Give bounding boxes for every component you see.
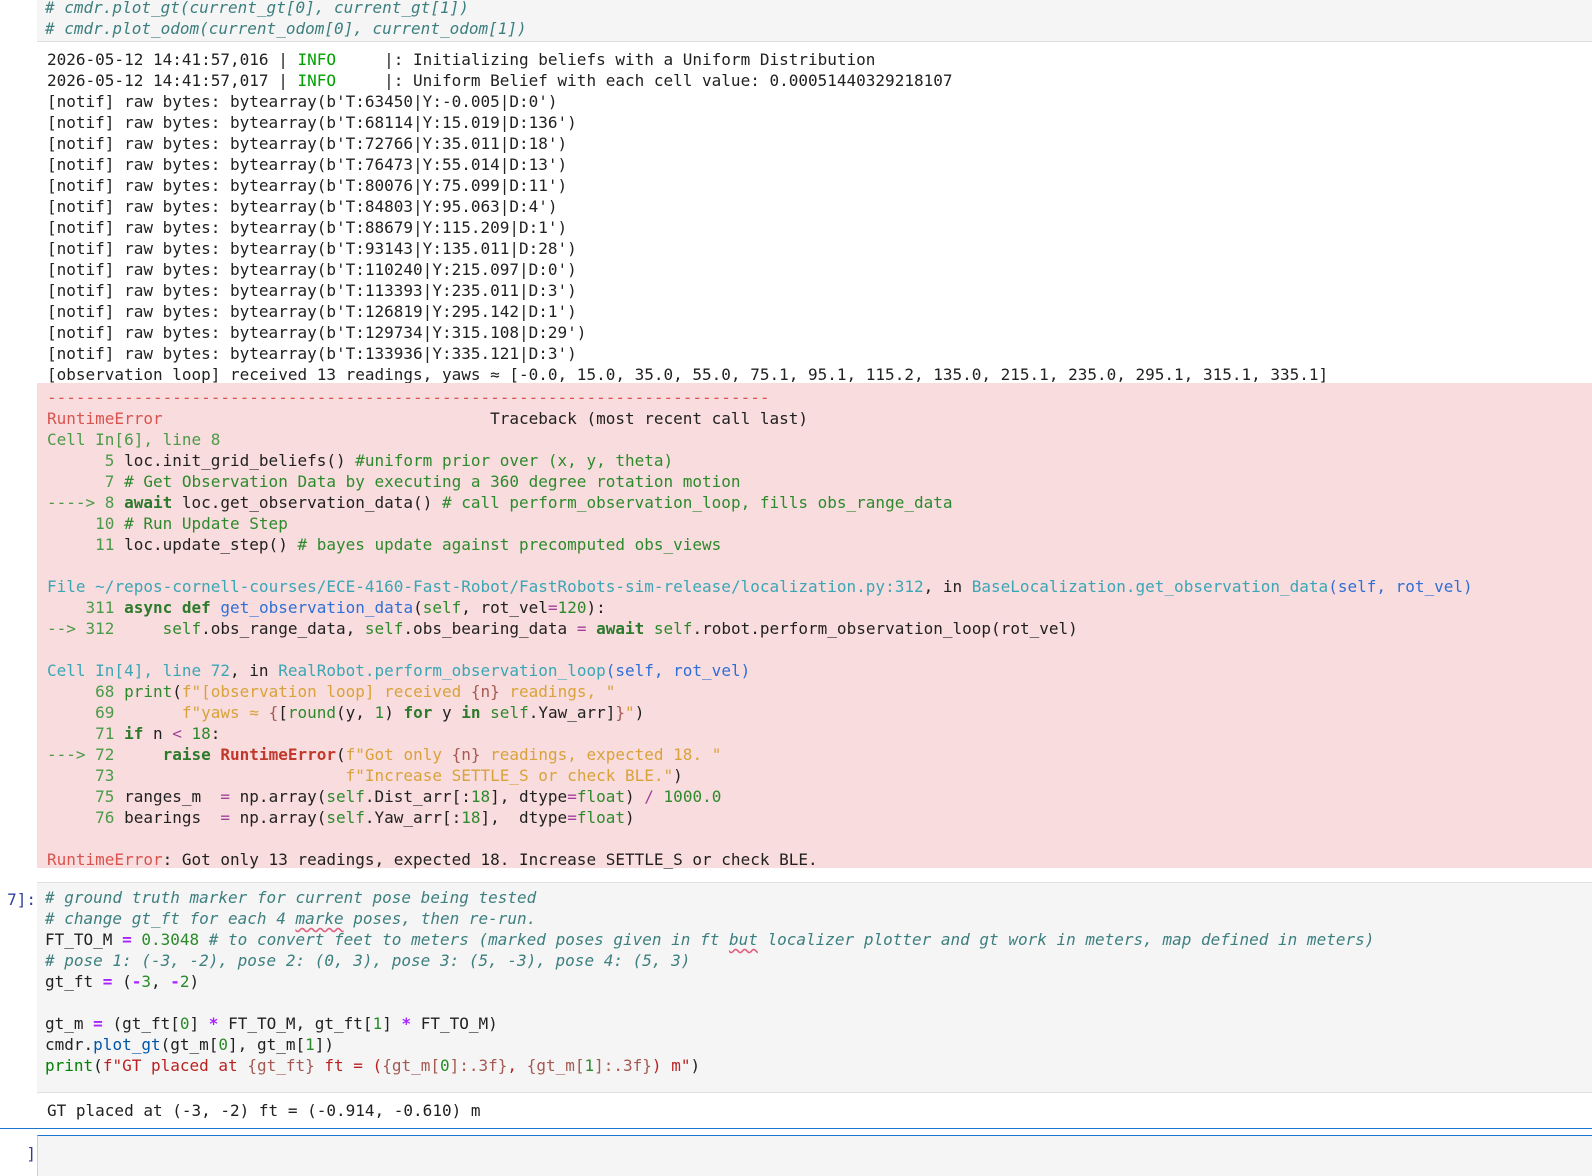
code-line: gt_ft = (-3, -2) [45, 972, 200, 991]
code-line: gt_m = (gt_ft[0] * FT_TO_M, gt_ft[1] * F… [45, 1014, 498, 1033]
log-line: 2026-05-12 14:41:57,016 | INFO |: Initia… [47, 50, 876, 69]
notif-line: [notif] raw bytes: bytearray(b'T:63450|Y… [47, 92, 558, 111]
traceback-file-ref: File ~/repos-cornell-courses/ECE-4160-Fa… [47, 577, 1473, 596]
observation-summary: [observation loop] received 13 readings,… [47, 365, 1329, 384]
code-line: # pose 1: (-3, -2), pose 2: (0, 3), pose… [45, 951, 691, 970]
code-cell-7[interactable]: # ground truth marker for current pose b… [37, 882, 1592, 1093]
traceback-line: 68 print(f"[observation loop] received {… [47, 682, 616, 701]
traceback-line: 7 # Get Observation Data by executing a … [47, 472, 741, 491]
cell-output-log: 2026-05-12 14:41:57,016 | INFO |: Initia… [37, 49, 1592, 385]
code-line: print(f"GT placed at {gt_ft} ft = ({gt_m… [45, 1056, 701, 1075]
notif-line: [notif] raw bytes: bytearray(b'T:110240|… [47, 260, 577, 279]
output-line: GT placed at (-3, -2) ft = (-0.914, -0.6… [47, 1101, 481, 1120]
traceback-output: ----------------------------------------… [37, 383, 1592, 869]
code-line: # cmdr.plot_odom(current_odom[0], curren… [45, 19, 527, 38]
cell-7-output: GT placed at (-3, -2) ft = (-0.914, -0.6… [37, 1100, 1592, 1121]
traceback-line: 73 f"Increase SETTLE_S or check BLE.") [47, 766, 683, 785]
traceback-dashes: ----------------------------------------… [47, 388, 770, 407]
traceback-cell-ref: Cell In[4], line 72, in RealRobot.perfor… [47, 661, 751, 680]
traceback-header: RuntimeError Traceback (most recent call… [47, 409, 808, 428]
notif-line: [notif] raw bytes: bytearray(b'T:126819|… [47, 302, 577, 321]
notif-list: [notif] raw bytes: bytearray(b'T:63450|Y… [47, 91, 1592, 364]
log-line: 2026-05-12 14:41:57,017 | INFO |: Unifor… [47, 71, 953, 90]
notif-line: [notif] raw bytes: bytearray(b'T:72766|Y… [47, 134, 568, 153]
traceback-cell-ref: Cell In[6], line 8 [47, 430, 221, 449]
notif-line: [notif] raw bytes: bytearray(b'T:84803|Y… [47, 197, 558, 216]
notif-line: [notif] raw bytes: bytearray(b'T:133936|… [47, 344, 577, 363]
notif-line: [notif] raw bytes: bytearray(b'T:129734|… [47, 323, 587, 342]
cell-prompt: 7]: [7, 890, 36, 909]
code-line: cmdr.plot_gt(gt_m[0], gt_m[1]) [45, 1035, 335, 1054]
cell-prompt: ] [26, 1144, 36, 1163]
notif-line: [notif] raw bytes: bytearray(b'T:113393|… [47, 281, 577, 300]
notif-line: [notif] raw bytes: bytearray(b'T:80076|Y… [47, 176, 568, 195]
traceback-line: 69 f"yaws ≈ {[round(y, 1) for y in self.… [47, 703, 645, 722]
traceback-line: 11 loc.update_step() # bayes update agai… [47, 535, 722, 554]
notif-line: [notif] raw bytes: bytearray(b'T:93143|Y… [47, 239, 577, 258]
notif-line: [notif] raw bytes: bytearray(b'T:68114|Y… [47, 113, 577, 132]
cell-separator [0, 1128, 1592, 1129]
traceback-line: 5 loc.init_grid_beliefs() #uniform prior… [47, 451, 674, 470]
traceback-line: 71 if n < 18: [47, 724, 221, 743]
traceback-error-message: RuntimeError: Got only 13 readings, expe… [47, 850, 818, 869]
top-code-cell[interactable]: # cmdr.plot_gt(current_gt[0], current_gt… [37, 0, 1592, 42]
traceback-line: 76 bearings = np.array(self.Yaw_arr[:18]… [47, 808, 635, 827]
traceback-line: ---> 72 raise RuntimeError(f"Got only {n… [47, 745, 722, 764]
traceback-line: --> 312 self.obs_range_data, self.obs_be… [47, 619, 1078, 638]
notif-line: [notif] raw bytes: bytearray(b'T:76473|Y… [47, 155, 568, 174]
traceback-line: 311 async def get_observation_data(self,… [47, 598, 606, 617]
traceback-line: ----> 8 await loc.get_observation_data()… [47, 493, 953, 512]
code-line: # cmdr.plot_gt(current_gt[0], current_gt… [45, 0, 469, 17]
traceback-line: 75 ranges_m = np.array(self.Dist_arr[:18… [47, 787, 722, 806]
code-line: # ground truth marker for current pose b… [45, 888, 537, 907]
code-line: FT_TO_M = 0.3048 # to convert feet to me… [45, 930, 1375, 949]
traceback-line: 10 # Run Update Step [47, 514, 288, 533]
notif-line: [notif] raw bytes: bytearray(b'T:88679|Y… [47, 218, 568, 237]
code-line: # change gt_ft for each 4 marke poses, t… [45, 909, 537, 928]
